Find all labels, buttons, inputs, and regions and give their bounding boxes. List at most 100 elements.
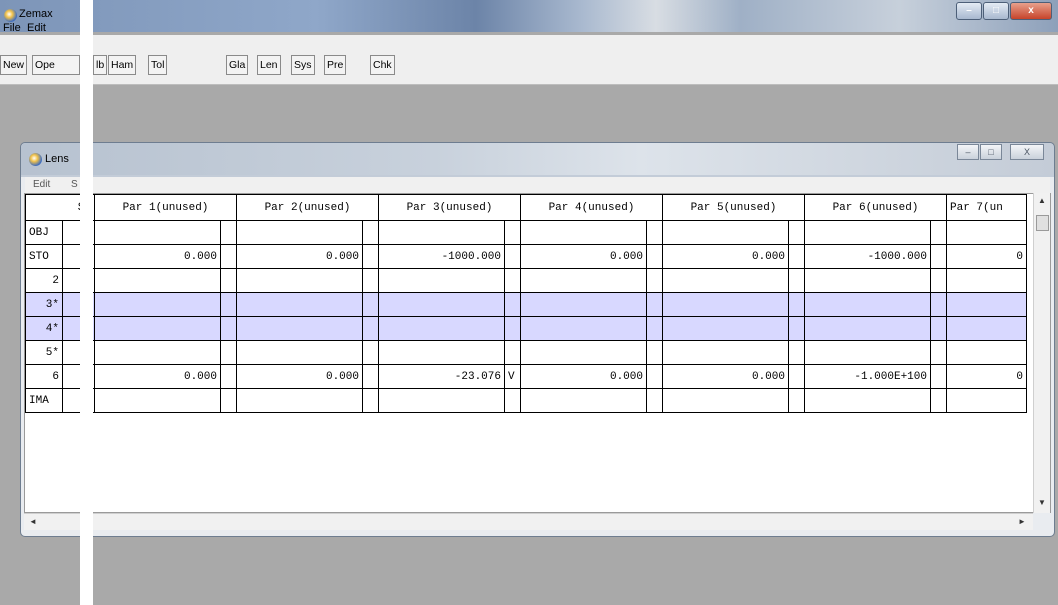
- column-header-par5[interactable]: Par 5(unused): [662, 194, 805, 221]
- par6-value-cell[interactable]: [804, 340, 931, 365]
- par7-value-cell[interactable]: 0: [946, 364, 1027, 389]
- vertical-scroll-thumb[interactable]: [1036, 215, 1049, 231]
- par1-solve-cell[interactable]: [220, 340, 237, 365]
- par1-solve-cell[interactable]: [220, 388, 237, 413]
- surface-number-cell[interactable]: OBJ: [25, 220, 63, 245]
- surface-number-cell[interactable]: 3*: [25, 292, 63, 317]
- par4-value-cell[interactable]: [520, 388, 647, 413]
- par4-solve-cell[interactable]: [646, 244, 663, 269]
- par6-solve-cell[interactable]: [930, 268, 947, 293]
- par4-solve-cell[interactable]: [646, 292, 663, 317]
- par2-solve-cell[interactable]: [362, 316, 379, 341]
- par2-solve-cell[interactable]: [362, 364, 379, 389]
- par2-solve-cell[interactable]: [362, 268, 379, 293]
- lens-window-title-bar[interactable]: Lens – □ X: [21, 143, 1054, 175]
- par3-solve-cell[interactable]: V: [504, 364, 521, 389]
- par3-solve-cell[interactable]: [504, 268, 521, 293]
- par1-value-cell[interactable]: 0.000: [94, 244, 221, 269]
- par2-solve-cell[interactable]: [362, 220, 379, 245]
- par6-value-cell[interactable]: [804, 268, 931, 293]
- par2-solve-cell[interactable]: [362, 292, 379, 317]
- par7-value-cell[interactable]: [946, 268, 1027, 293]
- par5-solve-cell[interactable]: [788, 316, 805, 341]
- scroll-right-arrow-icon[interactable]: ►: [1018, 517, 1026, 526]
- par6-solve-cell[interactable]: [930, 292, 947, 317]
- par3-solve-cell[interactable]: [504, 292, 521, 317]
- par1-value-cell[interactable]: [94, 316, 221, 341]
- par5-solve-cell[interactable]: [788, 292, 805, 317]
- par3-solve-cell[interactable]: [504, 244, 521, 269]
- par2-solve-cell[interactable]: [362, 340, 379, 365]
- par7-value-cell[interactable]: [946, 316, 1027, 341]
- par1-value-cell[interactable]: 0.000: [94, 364, 221, 389]
- par3-solve-cell[interactable]: [504, 316, 521, 341]
- par4-value-cell[interactable]: [520, 340, 647, 365]
- par2-value-cell[interactable]: 0.000: [236, 364, 363, 389]
- surface-row[interactable]: OBJ: [25, 220, 1027, 245]
- par1-solve-cell[interactable]: [220, 244, 237, 269]
- par3-value-cell[interactable]: [378, 388, 505, 413]
- par5-value-cell[interactable]: 0.000: [662, 364, 789, 389]
- par2-value-cell[interactable]: [236, 340, 363, 365]
- par6-solve-cell[interactable]: [930, 364, 947, 389]
- column-header-par1[interactable]: Par 1(unused): [94, 194, 237, 221]
- par5-value-cell[interactable]: 0.000: [662, 244, 789, 269]
- par7-value-cell[interactable]: [946, 292, 1027, 317]
- lens-minimize-button[interactable]: –: [957, 144, 979, 160]
- par3-solve-cell[interactable]: [504, 388, 521, 413]
- par3-value-cell[interactable]: [378, 220, 505, 245]
- par7-value-cell[interactable]: [946, 340, 1027, 365]
- par6-solve-cell[interactable]: [930, 244, 947, 269]
- par3-solve-cell[interactable]: [504, 340, 521, 365]
- surface-row[interactable]: 6 0.000 0.000 -23.076 V 0.000 0.000 -1.000E+100…: [25, 364, 1027, 389]
- column-header-par2[interactable]: Par 2(unused): [236, 194, 379, 221]
- par4-solve-cell[interactable]: [646, 316, 663, 341]
- par4-value-cell[interactable]: [520, 220, 647, 245]
- par5-solve-cell[interactable]: [788, 220, 805, 245]
- par1-value-cell[interactable]: [94, 268, 221, 293]
- par6-solve-cell[interactable]: [930, 220, 947, 245]
- lens-close-button[interactable]: X: [1010, 144, 1044, 160]
- close-button[interactable]: x: [1010, 2, 1052, 20]
- par3-value-cell[interactable]: [378, 316, 505, 341]
- surface-row[interactable]: IMA: [25, 388, 1027, 413]
- par3-value-cell[interactable]: [378, 292, 505, 317]
- par4-solve-cell[interactable]: [646, 388, 663, 413]
- par5-value-cell[interactable]: [662, 292, 789, 317]
- par5-solve-cell[interactable]: [788, 268, 805, 293]
- par5-value-cell[interactable]: [662, 268, 789, 293]
- toolbar-chk-button[interactable]: Chk: [370, 55, 395, 75]
- par6-value-cell[interactable]: -1000.000: [804, 244, 931, 269]
- toolbar-ham-button[interactable]: Ham: [108, 55, 137, 75]
- surface-number-cell[interactable]: STO: [25, 244, 63, 269]
- column-header-par7[interactable]: Par 7(un: [946, 194, 1027, 221]
- toolbar-len-button[interactable]: Len: [257, 55, 281, 75]
- scroll-left-arrow-icon[interactable]: ◄: [29, 517, 37, 526]
- par6-solve-cell[interactable]: [930, 340, 947, 365]
- toolbar-open-button[interactable]: Ope: [32, 55, 80, 75]
- surface-number-cell[interactable]: 2: [25, 268, 63, 293]
- par2-value-cell[interactable]: [236, 388, 363, 413]
- par7-value-cell[interactable]: [946, 220, 1027, 245]
- par4-value-cell[interactable]: 0.000: [520, 364, 647, 389]
- par2-solve-cell[interactable]: [362, 388, 379, 413]
- par1-solve-cell[interactable]: [220, 316, 237, 341]
- toolbar-new-button[interactable]: New: [0, 55, 28, 75]
- par5-value-cell[interactable]: [662, 340, 789, 365]
- surface-number-cell[interactable]: 6: [25, 364, 63, 389]
- toolbar-pre-button[interactable]: Pre: [324, 55, 347, 75]
- lens-menu-edit[interactable]: Edit: [33, 179, 50, 190]
- menu-edit[interactable]: Edit: [27, 22, 46, 34]
- par3-value-cell[interactable]: [378, 340, 505, 365]
- par2-value-cell[interactable]: [236, 292, 363, 317]
- horizontal-scrollbar[interactable]: ◄ ►: [24, 513, 1033, 530]
- lens-menu-s[interactable]: S: [71, 179, 78, 190]
- par6-value-cell[interactable]: [804, 388, 931, 413]
- par1-value-cell[interactable]: [94, 292, 221, 317]
- par1-value-cell[interactable]: [94, 340, 221, 365]
- par3-value-cell[interactable]: -1000.000: [378, 244, 505, 269]
- par2-value-cell[interactable]: [236, 316, 363, 341]
- par1-value-cell[interactable]: [94, 220, 221, 245]
- par6-value-cell[interactable]: [804, 316, 931, 341]
- toolbar-sys-button[interactable]: Sys: [291, 55, 315, 75]
